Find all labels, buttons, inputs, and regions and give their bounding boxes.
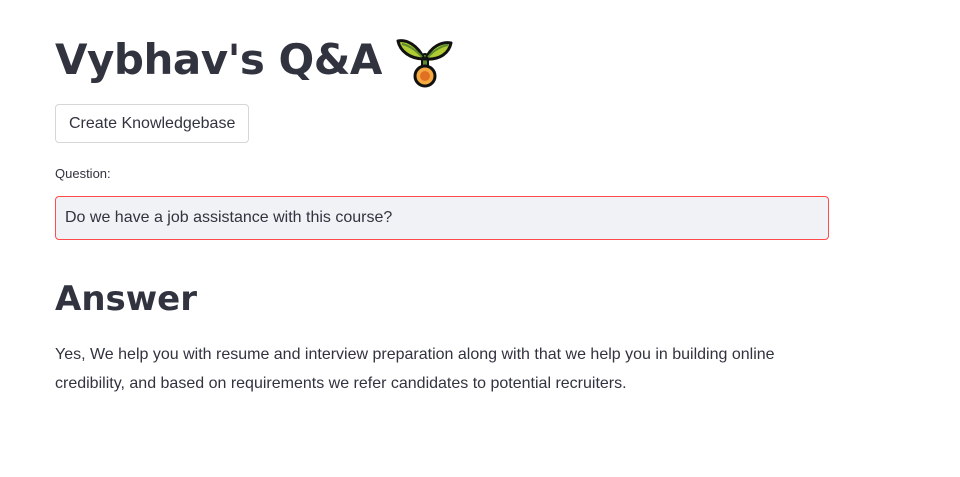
answer-text: Yes, We help you with resume and intervi… (55, 346, 775, 392)
title-row: Vybhav's Q&A (55, 30, 454, 90)
create-knowledgebase-button[interactable]: Create Knowledgebase (55, 104, 250, 143)
sprout-icon (396, 31, 454, 89)
page-title: Vybhav's Q&A (55, 35, 382, 84)
question-input[interactable] (55, 196, 829, 240)
question-label: Question: (55, 166, 111, 181)
answer-heading: Answer (55, 279, 197, 319)
